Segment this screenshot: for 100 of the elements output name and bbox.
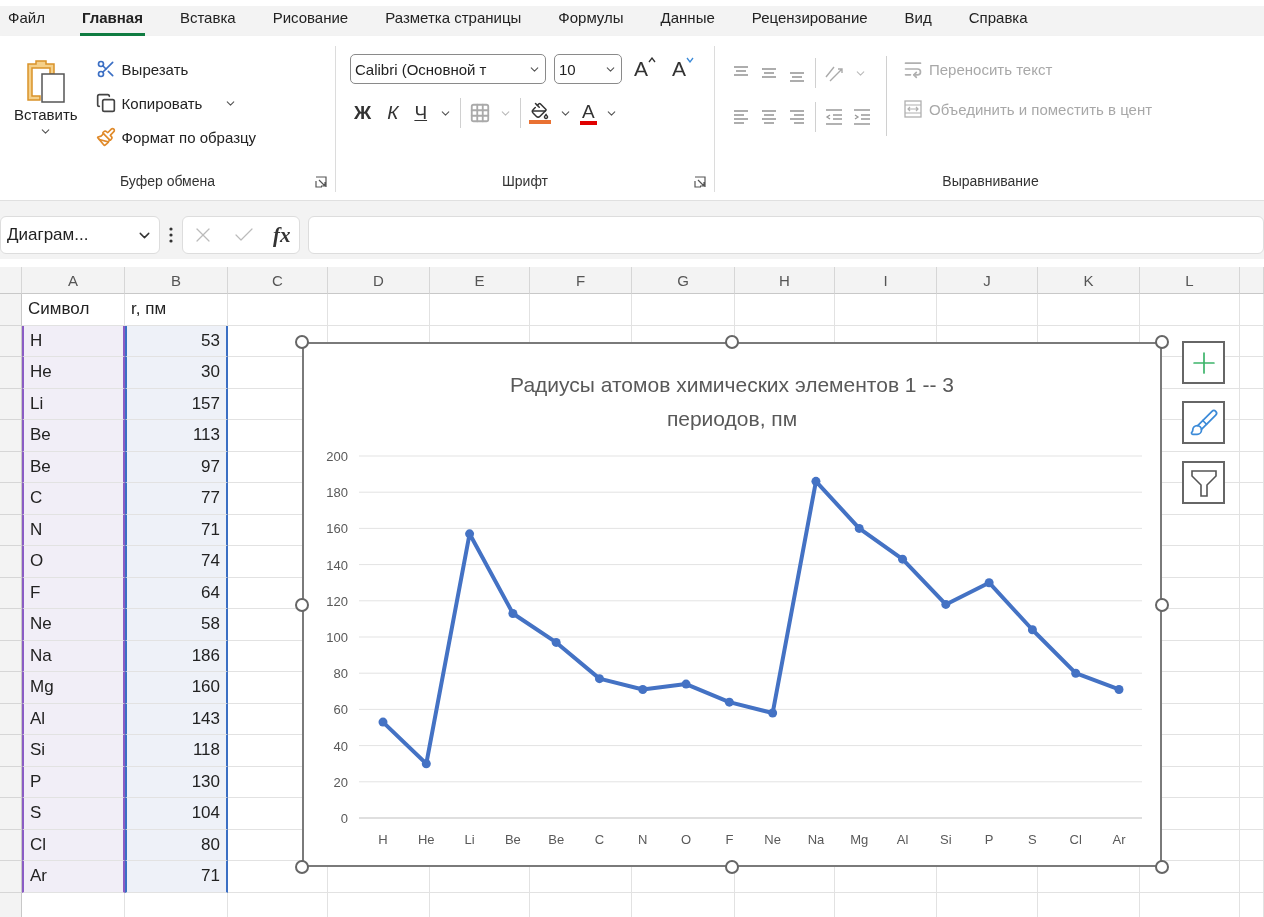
ribbon-tab[interactable]: Вставка — [177, 9, 238, 36]
wrap-text-icon — [903, 59, 923, 79]
table-cell: Be — [22, 420, 125, 452]
column-header[interactable]: I — [835, 267, 937, 294]
table-cell — [1240, 420, 1264, 452]
name-box[interactable]: Диаграм... — [0, 216, 160, 254]
group-label: Буфер обмена — [119, 173, 216, 189]
font-size-dropdown[interactable]: 10 — [554, 54, 622, 84]
bold-button[interactable]: Ж — [350, 102, 376, 124]
column-header[interactable]: K — [1038, 267, 1140, 294]
table-cell: 53 — [125, 325, 228, 357]
column-header[interactable]: E — [430, 267, 530, 294]
borders-icon[interactable] — [469, 102, 492, 124]
row-header[interactable] — [0, 829, 22, 861]
table-cell — [1240, 735, 1264, 767]
select-all-corner[interactable] — [0, 267, 22, 294]
row-header[interactable] — [0, 483, 22, 515]
grow-font-button[interactable]: A — [630, 57, 660, 81]
row-header[interactable] — [0, 546, 22, 578]
table-cell: Li — [22, 388, 125, 420]
copy-button[interactable]: Копировать — [93, 90, 259, 116]
font-color-button[interactable]: A — [580, 101, 597, 125]
row-header[interactable] — [0, 609, 22, 641]
column-header[interactable]: H — [735, 267, 835, 294]
table-cell — [1240, 861, 1264, 893]
brush-icon — [1188, 407, 1219, 438]
ribbon-tab[interactable]: Файл — [6, 9, 47, 36]
more-options-icon[interactable] — [168, 226, 174, 244]
table-cell — [1240, 609, 1264, 641]
underline-button[interactable]: Ч — [410, 102, 432, 124]
ribbon-tab[interactable]: Вид — [902, 9, 934, 36]
x-tick-label: C — [594, 832, 605, 847]
column-header[interactable]: C — [228, 267, 328, 294]
row-header[interactable] — [0, 640, 22, 672]
group-label: Шрифт — [501, 173, 549, 189]
row-header[interactable] — [0, 703, 22, 735]
align-center-icon[interactable] — [759, 107, 779, 127]
decrease-indent-icon[interactable] — [824, 107, 844, 127]
table-cell — [1240, 514, 1264, 546]
table-cell: 80 — [125, 829, 228, 861]
ribbon-tab[interactable]: Рецензирование — [749, 9, 870, 36]
data-point — [1114, 685, 1124, 694]
row-header[interactable] — [0, 420, 22, 452]
row-header[interactable] — [0, 294, 22, 326]
chart-styles-button[interactable] — [1182, 401, 1225, 444]
row-header[interactable] — [0, 672, 22, 704]
font-name-dropdown[interactable]: Calibri (Основной т — [350, 54, 546, 84]
italic-button[interactable]: К — [383, 102, 403, 124]
x-tick-label: P — [984, 832, 994, 847]
chart-area[interactable]: Радиусы атомов химических элементов 1 -- 3 периодов, пм 0 20 40 60 80 100 120 140 160 180 200 H He Li Be Be C N O F Ne Na Mg Al Si P S Cl Ar — [302, 342, 1162, 867]
ribbon-tab[interactable]: Справка — [966, 9, 1030, 36]
column-header[interactable] — [1240, 267, 1264, 294]
scissors-icon — [95, 59, 116, 79]
merge-cells-icon — [903, 99, 923, 119]
fill-color-button[interactable] — [529, 102, 552, 124]
table-cell: O — [22, 546, 125, 578]
row-header[interactable] — [0, 577, 22, 609]
table-cell: Si — [22, 735, 125, 767]
column-header[interactable]: D — [328, 267, 430, 294]
row-header[interactable] — [0, 892, 22, 917]
paste-button[interactable]: Вставить — [8, 52, 84, 170]
table-cell — [1240, 798, 1264, 830]
align-right-icon[interactable] — [787, 107, 807, 127]
x-tick-label: Si — [940, 832, 952, 847]
row-header[interactable] — [0, 325, 22, 357]
data-point — [638, 685, 648, 694]
ribbon-tab[interactable]: Разметка страницы — [383, 9, 524, 36]
data-point — [854, 523, 864, 533]
row-header[interactable] — [0, 514, 22, 546]
chart-elements-button[interactable] — [1182, 341, 1225, 384]
ribbon-tab[interactable]: Формулы — [556, 9, 626, 36]
table-cell: Cl — [22, 829, 125, 861]
align-left-icon[interactable] — [731, 107, 751, 127]
column-header[interactable]: G — [632, 267, 735, 294]
row-header[interactable] — [0, 451, 22, 483]
dialog-launcher-icon[interactable] — [694, 176, 706, 188]
row-header[interactable] — [0, 861, 22, 893]
row-header[interactable] — [0, 357, 22, 389]
column-header[interactable]: A — [22, 267, 125, 294]
ribbon-tab[interactable]: Данные — [658, 9, 717, 36]
row-header[interactable] — [0, 766, 22, 798]
row-header[interactable] — [0, 735, 22, 767]
dialog-launcher-icon[interactable] — [315, 176, 327, 188]
table-cell: 157 — [125, 388, 228, 420]
shrink-font-button[interactable]: A — [668, 57, 699, 81]
column-header[interactable]: F — [530, 267, 632, 294]
chart-filters-button[interactable] — [1182, 461, 1225, 504]
formula-input[interactable] — [308, 216, 1264, 254]
column-header[interactable]: L — [1140, 267, 1240, 294]
increase-indent-icon[interactable] — [852, 107, 872, 127]
insert-function-button[interactable]: fx — [273, 222, 291, 248]
row-header[interactable] — [0, 388, 22, 420]
table-cell: 77 — [125, 483, 228, 515]
format-painter-button[interactable]: Формат по образцу — [93, 124, 259, 150]
column-header[interactable]: J — [937, 267, 1038, 294]
cut-button[interactable]: Вырезать — [93, 56, 259, 82]
column-header[interactable]: B — [125, 267, 228, 294]
ribbon-tab[interactable]: Рисование — [270, 9, 351, 36]
row-header[interactable] — [0, 798, 22, 830]
table-cell: Ar — [22, 861, 125, 893]
